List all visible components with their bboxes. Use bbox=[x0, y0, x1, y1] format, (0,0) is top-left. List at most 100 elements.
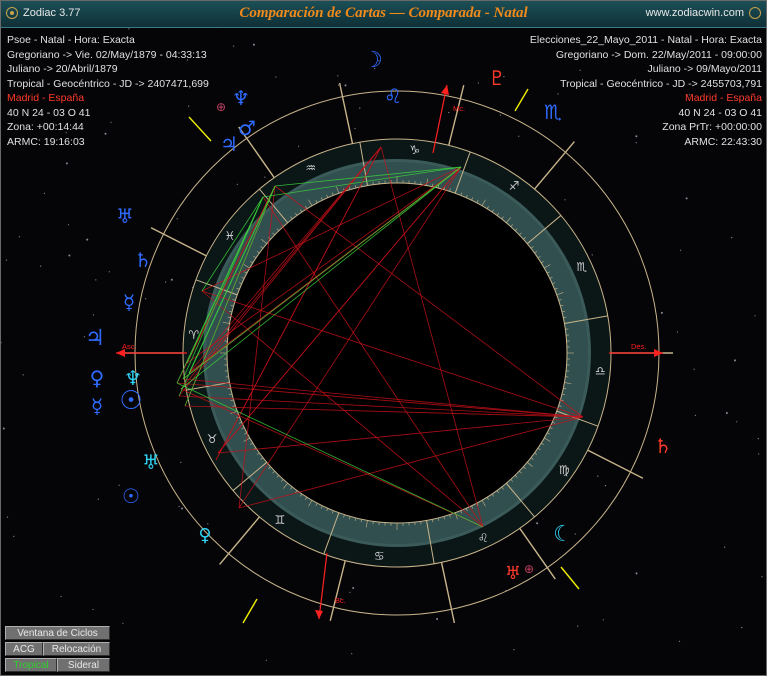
sun-outer-icon: ☉ bbox=[122, 484, 140, 508]
star bbox=[736, 421, 738, 423]
star bbox=[761, 576, 763, 578]
globe-icon[interactable] bbox=[749, 7, 761, 19]
star bbox=[757, 438, 759, 440]
uranus-icon: ♅ bbox=[116, 204, 134, 228]
mercury-icon: ☿ bbox=[123, 290, 135, 314]
mercury-outer-icon: ☿ bbox=[91, 394, 103, 418]
star bbox=[180, 461, 182, 463]
star bbox=[448, 111, 450, 114]
star bbox=[86, 238, 89, 241]
part-of-fortune-transit-icon: ⊕ bbox=[524, 562, 534, 576]
info-line: Zona: +00:14:44 bbox=[7, 121, 84, 133]
star bbox=[95, 279, 97, 281]
star bbox=[40, 265, 42, 267]
star bbox=[1, 342, 2, 344]
star bbox=[22, 374, 24, 376]
uranus-transit-icon: ♅ bbox=[142, 450, 160, 474]
uranus-transit-red-icon: ♅ bbox=[505, 563, 521, 584]
star bbox=[354, 127, 356, 130]
moon-icon: ☽ bbox=[363, 48, 383, 73]
info-line: Psoe - Natal - Hora: Exacta bbox=[7, 34, 135, 46]
saturn-transit-icon: ♄ bbox=[654, 434, 672, 458]
taurus-sign: ♉ bbox=[207, 432, 218, 446]
star bbox=[477, 82, 479, 84]
info-line: Zona PrTr: +00:00:00 bbox=[662, 121, 762, 133]
star bbox=[181, 507, 184, 510]
info-line: 40 N 24 - 03 O 41 bbox=[678, 106, 762, 119]
cycles-window-button[interactable]: Ventana de Ciclos bbox=[5, 626, 110, 640]
star bbox=[499, 114, 501, 116]
libra-sign: ♎ bbox=[595, 364, 606, 378]
relocation-button[interactable]: Relocación bbox=[43, 642, 110, 656]
star bbox=[351, 653, 353, 655]
star bbox=[165, 281, 167, 283]
tropical-button[interactable]: Tropical bbox=[5, 658, 57, 672]
star bbox=[178, 505, 180, 508]
star bbox=[43, 192, 46, 194]
jupiter-outer-icon: ♃ bbox=[85, 326, 105, 351]
leo-sign: ♌ bbox=[478, 531, 489, 545]
asc-label: Asc. bbox=[122, 342, 137, 351]
sidereal-button[interactable]: Sideral bbox=[57, 658, 110, 672]
star bbox=[724, 546, 726, 548]
star bbox=[5, 259, 7, 261]
house-cusp-tick bbox=[440, 562, 456, 624]
scorpio-sign: ♏ bbox=[577, 260, 588, 274]
star bbox=[13, 535, 15, 538]
star bbox=[236, 183, 238, 185]
star bbox=[352, 587, 355, 589]
star bbox=[660, 311, 663, 314]
info-line: Juliano -> 20/Abril/1879 bbox=[7, 63, 118, 75]
info-line: Tropical - Geocéntrico - JD -> 2407471,6… bbox=[7, 77, 209, 90]
des-label: Des. bbox=[631, 342, 646, 351]
bc-label: Bc. bbox=[335, 596, 346, 605]
star bbox=[731, 237, 733, 239]
star bbox=[298, 145, 300, 147]
star bbox=[678, 640, 681, 642]
info-line: Elecciones_22_Mayo_2011 - Natal - Hora: … bbox=[529, 34, 762, 46]
house-cusp-tick bbox=[338, 82, 354, 144]
house-cusp-tick bbox=[448, 85, 465, 146]
star bbox=[275, 76, 277, 78]
leo-sign-icon: ♌ bbox=[384, 84, 402, 108]
capricorn-sign: ♑ bbox=[409, 143, 420, 157]
star bbox=[635, 572, 638, 575]
star bbox=[758, 453, 760, 455]
neptune-icon: ♆ bbox=[232, 86, 250, 110]
star bbox=[97, 498, 99, 500]
virgo-sign: ♍ bbox=[559, 463, 570, 477]
house-cusp-tick bbox=[329, 560, 346, 621]
star bbox=[92, 314, 94, 316]
mars-icon: ♂ bbox=[238, 116, 256, 140]
title-bar: Zodiac 3.77 Comparación de Cartas — Comp… bbox=[1, 1, 766, 28]
star bbox=[176, 218, 178, 220]
star bbox=[145, 298, 147, 300]
star bbox=[337, 84, 340, 86]
star bbox=[170, 278, 173, 281]
app-window: Zodiac 3.77 Comparación de Cartas — Comp… bbox=[0, 0, 767, 676]
info-line: 40 N 24 - 03 O 41 bbox=[7, 106, 91, 119]
star bbox=[734, 359, 736, 362]
gemini-sign: ♊ bbox=[275, 513, 286, 527]
website-link[interactable]: www.zodiacwin.com bbox=[646, 7, 744, 19]
star bbox=[597, 475, 599, 477]
star bbox=[536, 522, 539, 525]
star bbox=[359, 107, 361, 109]
star bbox=[591, 254, 593, 256]
part-of-fortune-icon: ⊕ bbox=[216, 100, 226, 114]
acg-button[interactable]: ACG bbox=[5, 642, 43, 656]
pisces-sign: ♓ bbox=[225, 229, 236, 243]
star bbox=[264, 176, 266, 178]
zodiac-inner-ring bbox=[226, 182, 568, 524]
house-cusp-tick bbox=[219, 516, 260, 565]
info-line: Juliano -> 09/Mayo/2011 bbox=[647, 63, 762, 75]
info-line: Tropical - Geocéntrico - JD -> 2455703,7… bbox=[560, 77, 762, 90]
star bbox=[574, 533, 576, 535]
aquarius-sign: ♒ bbox=[305, 161, 316, 175]
star bbox=[60, 595, 62, 598]
jupiter-icon: ♃ bbox=[220, 132, 238, 156]
star bbox=[265, 659, 267, 661]
star bbox=[233, 45, 235, 47]
neptune-transit-icon: ♆ bbox=[124, 366, 142, 390]
star bbox=[349, 591, 351, 593]
